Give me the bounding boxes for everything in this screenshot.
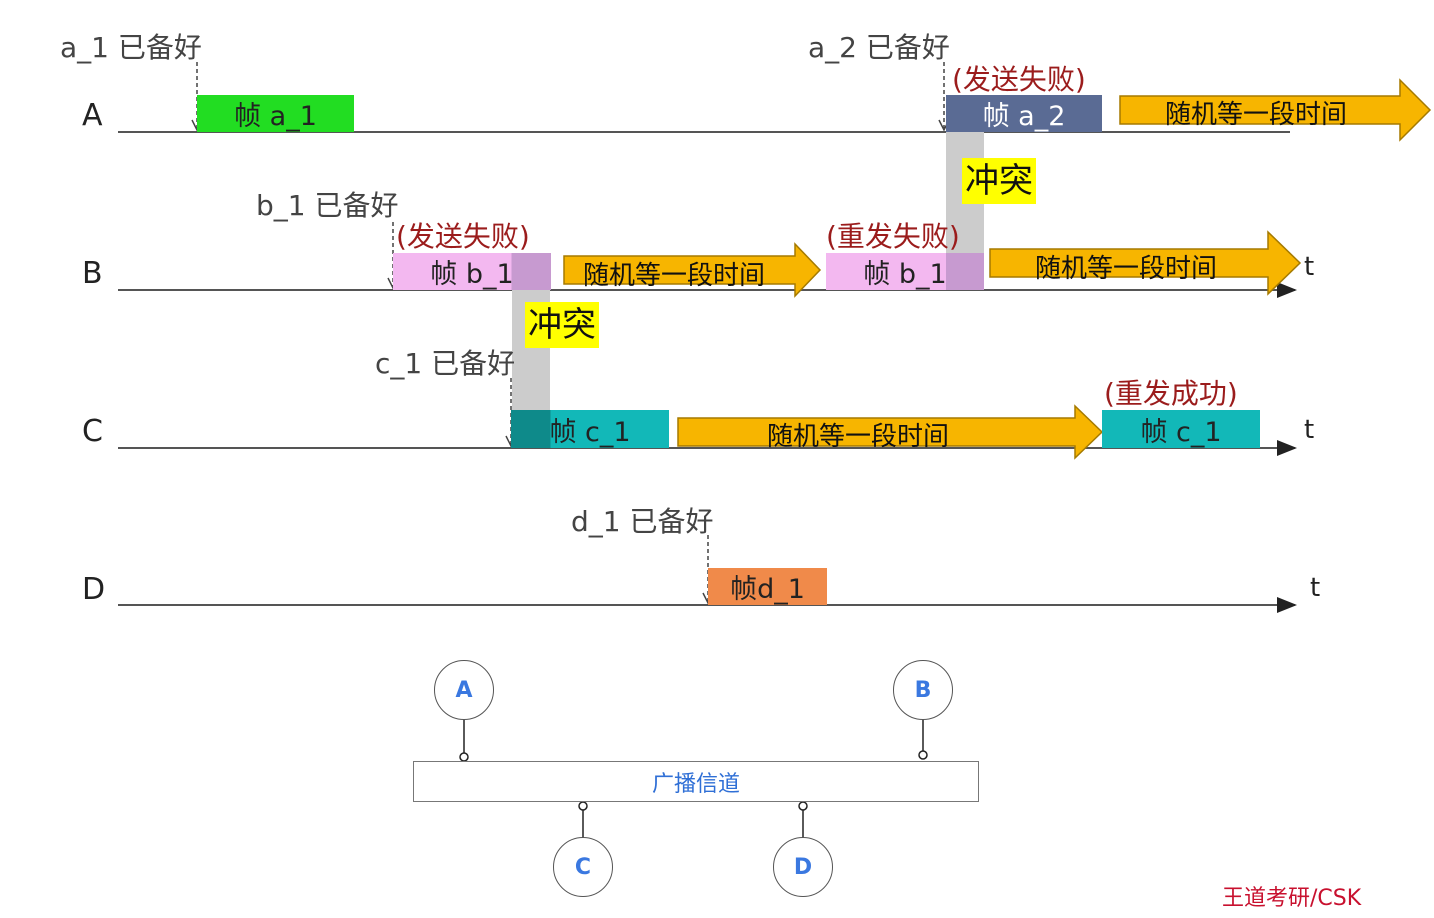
frame-b1-retry: 帧 b_1 bbox=[826, 253, 984, 290]
frame-b1: 帧 b_1 bbox=[393, 253, 551, 290]
ready-label-a1: a_1 已备好 bbox=[60, 31, 202, 64]
status-a2-fail: (发送失败) bbox=[952, 63, 1086, 96]
broadcast-channel: 广播信道 bbox=[413, 761, 979, 802]
station-c: C bbox=[553, 837, 613, 897]
ready-label-a2: a_2 已备好 bbox=[808, 31, 950, 64]
wait-label-b2: 随机等一段时间 bbox=[1035, 254, 1218, 284]
wait-label-b1: 随机等一段时间 bbox=[583, 261, 766, 291]
time-label-d: t bbox=[1310, 573, 1321, 603]
frame-c1: 帧 c_1 bbox=[511, 410, 669, 448]
wait-label-c: 随机等一段时间 bbox=[767, 422, 950, 452]
node-label-a: A bbox=[82, 98, 103, 133]
frame-c1-retry: 帧 c_1 bbox=[1102, 410, 1260, 448]
status-b1-fail: (发送失败) bbox=[396, 220, 530, 253]
station-a: A bbox=[434, 660, 494, 720]
station-d: D bbox=[773, 837, 833, 897]
collision-label-ab: 冲突 bbox=[962, 158, 1036, 204]
time-label-b: t bbox=[1304, 252, 1315, 282]
frame-d1: 帧d_1 bbox=[708, 568, 827, 605]
wait-label-a: 随机等一段时间 bbox=[1165, 100, 1348, 130]
node-label-d: D bbox=[82, 572, 106, 607]
station-b: B bbox=[893, 660, 953, 720]
ready-label-c1: c_1 已备好 bbox=[375, 347, 516, 380]
frame-a2: 帧 a_2 bbox=[946, 95, 1102, 132]
collision-label-bc: 冲突 bbox=[525, 302, 599, 348]
brand-watermark: 王道考研/CSK bbox=[1222, 886, 1362, 911]
node-label-b: B bbox=[82, 256, 103, 291]
ready-label-d1: d_1 已备好 bbox=[571, 505, 714, 538]
node-label-c: C bbox=[82, 414, 103, 449]
frame-a1: 帧 a_1 bbox=[197, 95, 354, 132]
ready-label-b1: b_1 已备好 bbox=[256, 189, 399, 222]
status-c1-retry-ok: (重发成功) bbox=[1104, 377, 1238, 410]
status-b1-retry-fail: (重发失败) bbox=[826, 220, 960, 253]
time-label-c: t bbox=[1304, 415, 1315, 445]
